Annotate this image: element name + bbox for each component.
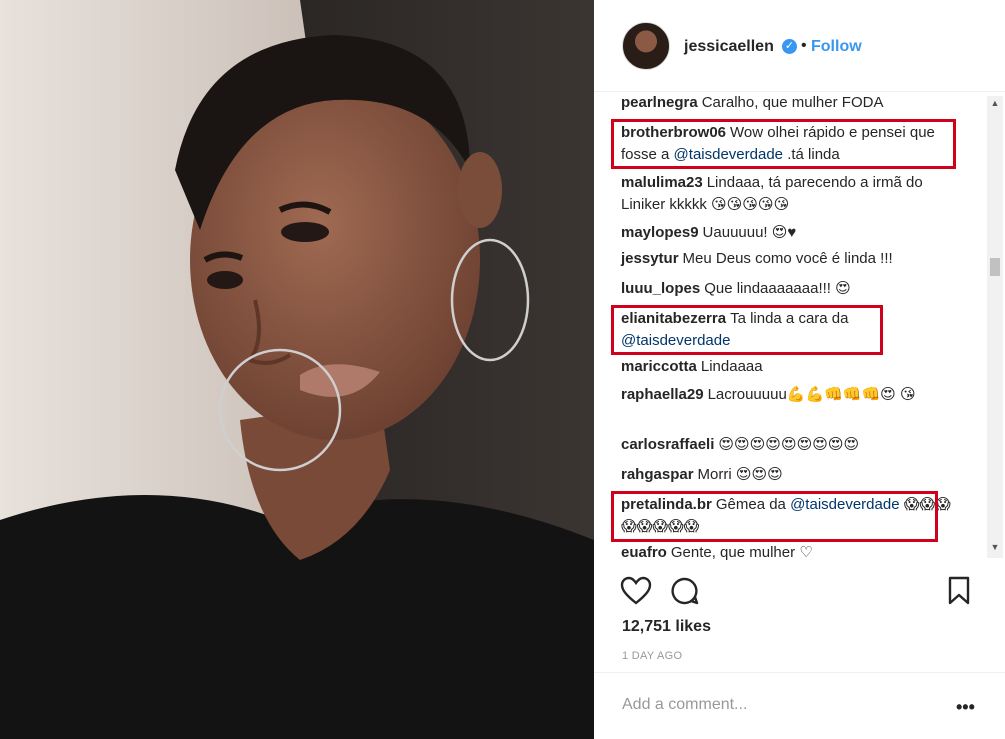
comment-username[interactable]: jessytur (621, 250, 679, 267)
comment-item: jessytur Meu Deus como você é linda !!! (621, 248, 956, 270)
bookmark-icon[interactable] (947, 576, 971, 606)
comment-item: maylopes9 Uauuuuu! 😍♥ (621, 222, 956, 244)
comment-text: Lindaaaa (700, 358, 763, 375)
scroll-up-icon[interactable]: ▲ (987, 98, 1003, 112)
comment-text: 😍😍😍😍😍😍😍😍😍 (718, 436, 860, 453)
add-comment-input[interactable]: Add a comment... (622, 696, 747, 714)
post-photo (0, 0, 594, 739)
comment-username[interactable]: raphaella29 (621, 386, 704, 403)
post-side-panel: jessicaellen ✓ • Follow pearlnegra Caralh… (594, 0, 1005, 739)
more-options-icon[interactable]: ••• (956, 697, 975, 718)
comment-text: Lacrouuuuu💪💪👊👊👊😍 😘 (707, 386, 916, 403)
highlight-box (611, 119, 956, 169)
comment-username[interactable]: maylopes9 (621, 224, 699, 241)
comment-item: luuu_lopes Que lindaaaaaaa!!! 😍 (621, 278, 956, 300)
comment-item: raphaella29 Lacrouuuuu💪💪👊👊👊😍 😘 (621, 384, 956, 406)
comment-text: Que lindaaaaaaa!!! 😍 (704, 280, 851, 297)
highlight-box (611, 305, 883, 355)
comment-text: Meu Deus como você é linda !!! (682, 250, 893, 267)
comment-username[interactable]: pearlnegra (621, 94, 698, 111)
comment-item: euafro Gente, que mulher ♡ (621, 542, 956, 562)
comment-item: rahgaspar Morri 😍😍😍 (621, 464, 956, 486)
comment-text: Gente, que mulher ♡ (670, 544, 813, 561)
highlight-box (611, 491, 938, 542)
comment-item: mariccotta Lindaaaa (621, 356, 956, 378)
comment-username[interactable]: euafro (621, 544, 667, 561)
like-count[interactable]: 12,751 likes (622, 618, 711, 636)
comments-list: pearlnegra Caralho, que mulher FODA broth… (594, 92, 987, 562)
comment-username[interactable]: carlosraffaeli (621, 436, 714, 453)
username[interactable]: jessicaellen (684, 38, 774, 56)
post-timestamp: 1 DAY AGO (622, 650, 683, 662)
comment-text: Morri 😍😍😍 (697, 466, 783, 483)
scroll-down-icon[interactable]: ▼ (987, 542, 1003, 556)
avatar[interactable] (622, 22, 670, 70)
follow-button[interactable]: Follow (811, 38, 862, 56)
comment-divider (594, 672, 1005, 673)
comment-username[interactable]: luuu_lopes (621, 280, 700, 297)
scroll-thumb[interactable] (990, 258, 1000, 276)
like-heart-icon[interactable] (620, 576, 652, 606)
post-header: jessicaellen ✓ • Follow (594, 0, 1005, 92)
comment-username[interactable]: mariccotta (621, 358, 697, 375)
comment-username[interactable]: malulima23 (621, 174, 703, 191)
comment-item: pearlnegra Caralho, que mulher FODA (621, 92, 956, 114)
comment-item: carlosraffaeli 😍😍😍😍😍😍😍😍😍 (621, 434, 956, 456)
action-bar (594, 570, 1005, 614)
comment-bubble-icon[interactable] (670, 576, 700, 606)
comment-username[interactable]: rahgaspar (621, 466, 694, 483)
verified-badge-icon: ✓ (782, 39, 797, 54)
comment-text: Uauuuuu! 😍♥ (702, 224, 797, 241)
comment-text: Caralho, que mulher FODA (701, 94, 884, 111)
portrait-image (0, 0, 594, 739)
comment-item: malulima23 Lindaaa, tá parecendo a irmã d… (621, 172, 956, 216)
comments-scrollbar[interactable]: ▲ ▼ (987, 96, 1003, 558)
separator-dot: • (801, 37, 807, 54)
